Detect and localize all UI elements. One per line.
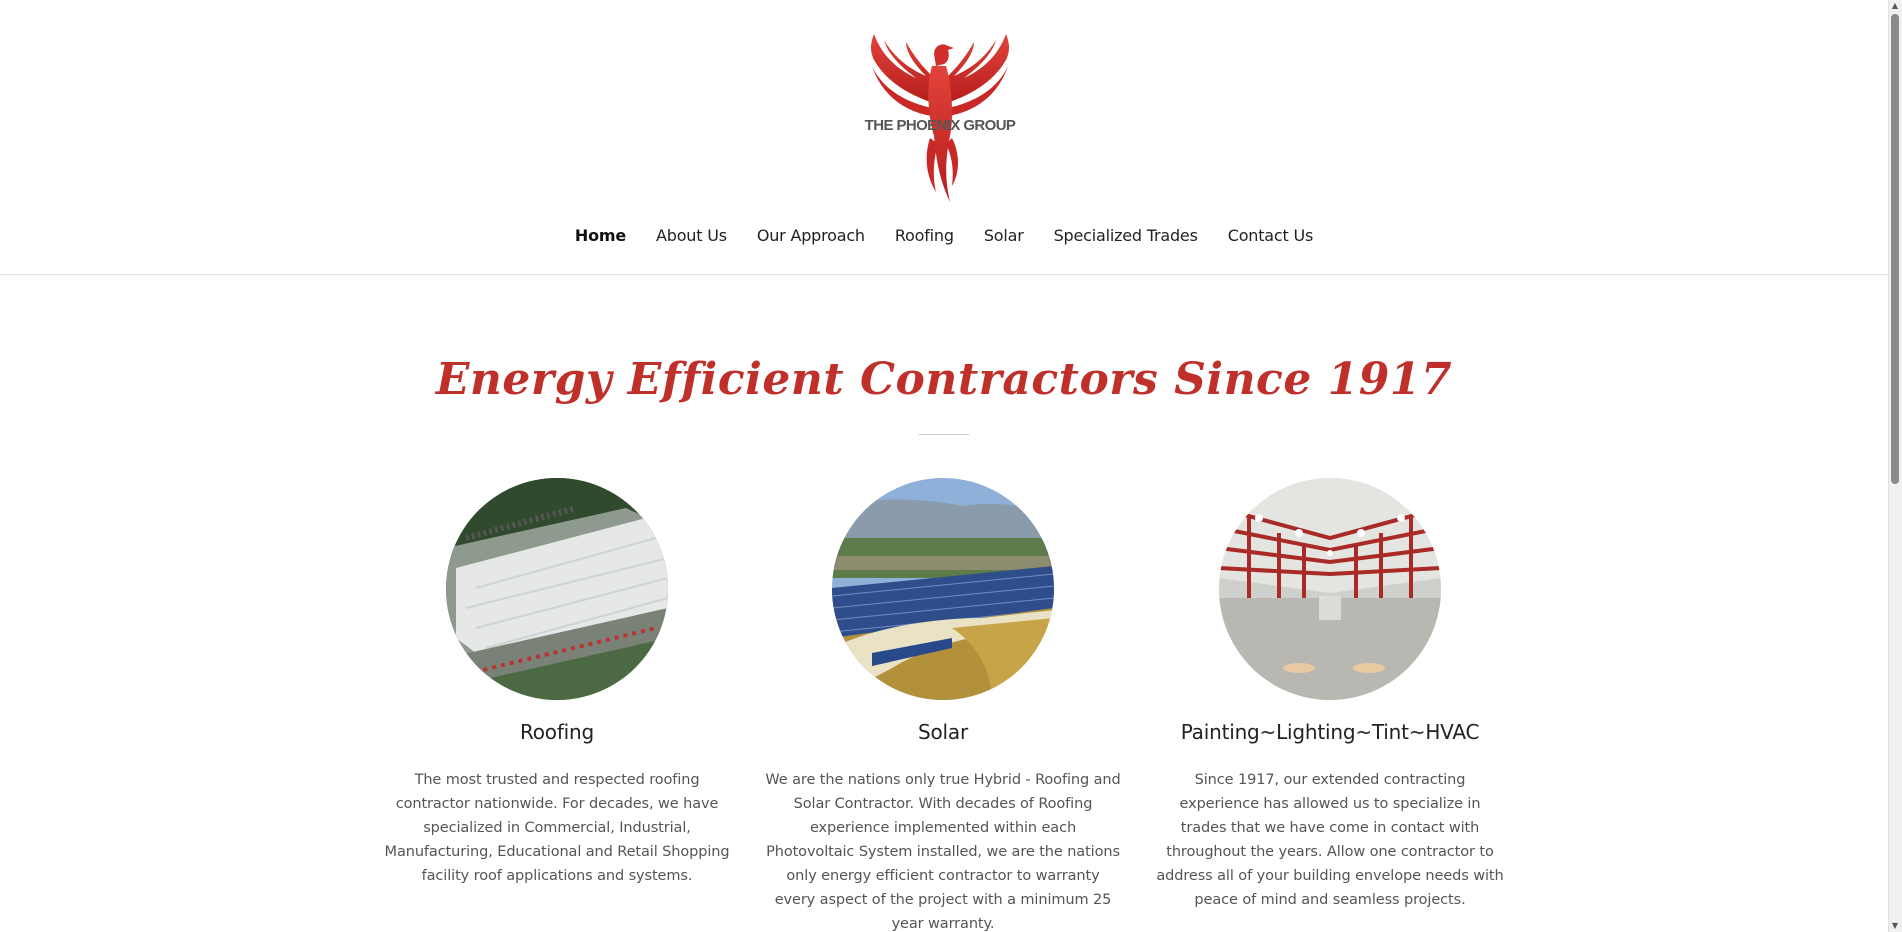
page-scrollbar[interactable]: ▲ ▼ <box>1888 0 1902 932</box>
header-divider <box>0 274 1888 275</box>
phoenix-logo-graphic: THE PHOENIX GROUP <box>865 34 1017 202</box>
nav-item-specialized-trades[interactable]: Specialized Trades <box>1039 224 1213 248</box>
phoenix-logo[interactable]: THE PHOENIX GROUP <box>852 26 1028 206</box>
nav-item-home[interactable]: Home <box>560 224 641 248</box>
nav-item-solar[interactable]: Solar <box>969 224 1039 248</box>
scroll-up-icon[interactable]: ▲ <box>1891 2 1899 10</box>
service-title[interactable]: Solar <box>758 720 1128 744</box>
service-description: The most trusted and respected roofing c… <box>384 772 730 884</box>
interior-image[interactable] <box>1219 478 1441 700</box>
nav-item-our-approach[interactable]: Our Approach <box>742 224 880 248</box>
nav-item-about-us[interactable]: About Us <box>641 224 742 248</box>
service-card-solar: Solar We are the nations only true Hybri… <box>758 478 1128 932</box>
service-card-specialized-trades: Painting~Lighting~Tint~HVAC Since 1917, … <box>1145 478 1515 908</box>
page: THE PHOENIX GROUP Home About Us Our Appr… <box>0 0 1888 932</box>
scroll-thumb[interactable] <box>1891 14 1899 484</box>
solar-image[interactable] <box>832 478 1054 700</box>
service-description: Since 1917, our extended contracting exp… <box>1156 772 1504 908</box>
main-nav: Home About Us Our Approach Roofing Solar… <box>0 224 1888 248</box>
nav-item-contact-us[interactable]: Contact Us <box>1213 224 1328 248</box>
scroll-down-icon[interactable]: ▼ <box>1891 922 1899 930</box>
solar-roof-illustration <box>832 478 1054 700</box>
roofing-image[interactable] <box>446 478 668 700</box>
logo-wordmark: THE PHOENIX GROUP <box>865 117 1016 134</box>
nav-item-roofing[interactable]: Roofing <box>880 224 969 248</box>
hero-tagline: Energy Efficient Contractors Since 1917 <box>435 354 1453 405</box>
service-card-roofing: Roofing The most trusted and respected r… <box>372 478 742 884</box>
service-description: We are the nations only true Hybrid - Ro… <box>765 772 1121 932</box>
service-title[interactable]: Roofing <box>372 720 742 744</box>
aerial-roof-illustration <box>446 478 668 700</box>
tagline-divider <box>919 434 969 435</box>
service-title[interactable]: Painting~Lighting~Tint~HVAC <box>1145 720 1515 744</box>
warehouse-interior-illustration <box>1219 478 1441 700</box>
